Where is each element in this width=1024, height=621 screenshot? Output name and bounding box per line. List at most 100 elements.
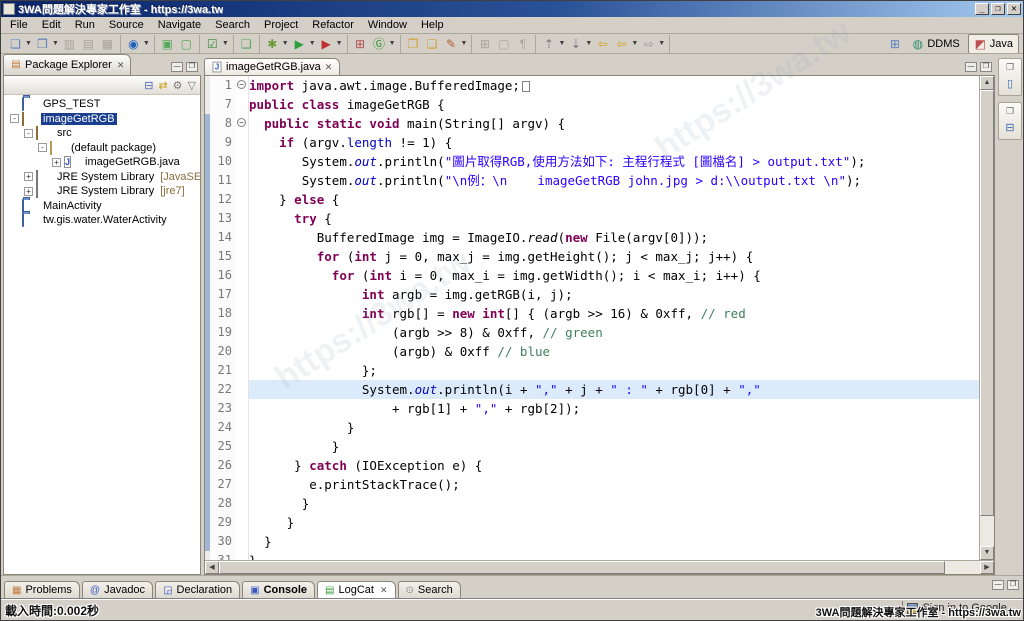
maximize-editor-button[interactable]: ❐	[980, 62, 992, 72]
menu-project[interactable]: Project	[257, 18, 305, 32]
code-text[interactable]: }	[249, 532, 979, 551]
code-line-8[interactable]: 8− public static void main(String[] argv…	[205, 114, 979, 133]
tree-item-jre-system-library[interactable]: +JRE System Library[JavaSE-1.7]	[4, 170, 200, 185]
vertical-scroll-thumb[interactable]	[980, 90, 994, 516]
tree-item-src[interactable]: -src	[4, 126, 200, 141]
code-line-12[interactable]: 12 } else {	[205, 190, 979, 209]
code-line-7[interactable]: 7public class imageGetRGB {	[205, 95, 979, 114]
menu-search[interactable]: Search	[208, 18, 257, 32]
close-view-icon[interactable]: ✕	[117, 60, 125, 71]
code-area[interactable]: 1−import java.awt.image.BufferedImage;7p…	[205, 76, 979, 560]
maximize-view-button[interactable]: ❐	[186, 62, 198, 72]
scroll-up-icon[interactable]: ▲	[980, 76, 994, 90]
tab-search[interactable]: ⊙Search	[398, 581, 461, 599]
dropdown-arrow-icon[interactable]: ▼	[282, 40, 289, 47]
collapse-icon[interactable]: -	[10, 114, 19, 123]
external-tools-button[interactable]: ▶▼	[317, 36, 344, 52]
previous-annotation-button[interactable]: ⇡▼	[539, 36, 566, 52]
scroll-left-icon[interactable]: ◀	[205, 561, 219, 574]
minimize-view-button[interactable]: —	[171, 62, 183, 72]
fold-collapse-icon[interactable]: −	[237, 80, 246, 89]
code-line-16[interactable]: 16 for (int i = 0, max_i = img.getWidth(…	[205, 266, 979, 285]
code-text[interactable]: };	[249, 361, 979, 380]
tab-declaration[interactable]: ◲Declaration	[155, 581, 240, 599]
code-text[interactable]: } else {	[249, 190, 979, 209]
close-tab-icon[interactable]: ✕	[380, 585, 388, 596]
open-perspective-button[interactable]: ⊞	[886, 36, 903, 52]
code-line-26[interactable]: 26 } catch (IOException e) {	[205, 456, 979, 475]
code-text[interactable]: import java.awt.image.BufferedImage;	[249, 76, 979, 95]
menu-source[interactable]: Source	[102, 18, 151, 32]
collapse-all-icon[interactable]: ⊟	[144, 79, 153, 92]
run-last-tool-button[interactable]: ☑▼	[203, 36, 230, 52]
new-android-project-button[interactable]: ❏	[237, 36, 256, 52]
code-text[interactable]: e.printStackTrace();	[249, 475, 979, 494]
code-line-21[interactable]: 21 };	[205, 361, 979, 380]
code-text[interactable]: try {	[249, 209, 979, 228]
code-line-13[interactable]: 13 try {	[205, 209, 979, 228]
code-line-18[interactable]: 18 int rgb[] = new int[] { (argb >> 16) …	[205, 304, 979, 323]
code-line-9[interactable]: 9 if (argv.length != 1) {	[205, 133, 979, 152]
minimize-bottom-panel-button[interactable]: —	[992, 580, 1004, 590]
code-line-15[interactable]: 15 for (int j = 0, max_j = img.getHeight…	[205, 247, 979, 266]
dropdown-arrow-icon[interactable]: ▼	[222, 40, 229, 47]
tab-console[interactable]: ▣Console	[242, 581, 315, 599]
code-text[interactable]: BufferedImage img = ImageIO.read(new Fil…	[249, 228, 979, 247]
dropdown-arrow-icon[interactable]: ▼	[52, 40, 59, 47]
expand-icon[interactable]: +	[24, 187, 33, 196]
tab-problems[interactable]: ▦Problems	[4, 581, 80, 599]
restore-view-icon[interactable]: ❐	[1006, 106, 1014, 117]
android-sdk-manager-button[interactable]: ▣	[158, 36, 177, 52]
link-with-editor-icon[interactable]: ⇄	[158, 79, 167, 92]
code-text[interactable]: }	[249, 437, 979, 456]
minimize-button[interactable]: _	[975, 3, 989, 15]
code-line-27[interactable]: 27 e.printStackTrace();	[205, 475, 979, 494]
view-menu-icon[interactable]: ▽	[188, 79, 196, 92]
code-line-11[interactable]: 11 System.out.println("\n例：\n imageGetRG…	[205, 171, 979, 190]
dropdown-arrow-icon[interactable]: ▼	[309, 40, 316, 47]
open-type-button[interactable]: ❐	[404, 36, 423, 52]
dropdown-arrow-icon[interactable]: ▼	[585, 40, 592, 47]
minimize-editor-button[interactable]: —	[965, 62, 977, 72]
scroll-down-icon[interactable]: ▼	[980, 546, 994, 560]
vertical-scrollbar[interactable]: ▲ ▼	[979, 76, 994, 560]
filters-icon[interactable]: ⚙	[173, 79, 183, 92]
menu-edit[interactable]: Edit	[35, 18, 68, 32]
scroll-right-icon[interactable]: ▶	[980, 561, 994, 574]
code-text[interactable]: for (int i = 0, max_i = img.getWidth(); …	[249, 266, 979, 285]
last-edit-location-button[interactable]: ⇦	[593, 36, 612, 52]
tree-item-gps-test[interactable]: GPS_TEST	[4, 97, 200, 112]
code-text[interactable]: }	[249, 513, 979, 532]
android-virtual-device-manager-button[interactable]: ▢	[177, 36, 196, 52]
dropdown-arrow-icon[interactable]: ▼	[658, 40, 665, 47]
coverage-button[interactable]: ⊞	[351, 36, 370, 52]
code-line-25[interactable]: 25 }	[205, 437, 979, 456]
new-wizard-button[interactable]: ❏▼	[6, 36, 33, 52]
menu-run[interactable]: Run	[68, 18, 102, 32]
tree-item-default-package[interactable]: -(default package)	[4, 141, 200, 156]
collapse-icon[interactable]: -	[38, 143, 47, 152]
close-button[interactable]: ✕	[1007, 3, 1021, 15]
code-text[interactable]: }	[249, 494, 979, 513]
code-line-28[interactable]: 28 }	[205, 494, 979, 513]
code-text[interactable]: public class imageGetRGB {	[249, 95, 979, 114]
gwt-compile-button[interactable]: Ⓖ▼	[370, 36, 397, 52]
tree-item-mainactivity[interactable]: MainActivity	[4, 199, 200, 214]
expand-icon[interactable]: +	[24, 172, 33, 181]
code-text[interactable]: for (int j = 0, max_j = img.getHeight();…	[249, 247, 979, 266]
format-button[interactable]: ✎▼	[442, 36, 469, 52]
folded-region-icon[interactable]	[522, 81, 530, 92]
code-text[interactable]: } catch (IOException e) {	[249, 456, 979, 475]
code-text[interactable]: System.out.println("圖片取得RGB,使用方法如下: 主程行程…	[249, 152, 979, 171]
menu-file[interactable]: File	[3, 18, 35, 32]
tab-logcat[interactable]: ▤LogCat✕	[317, 581, 395, 599]
code-text[interactable]: System.out.println(i + "," + j + " : " +…	[249, 380, 979, 399]
forward-button[interactable]: ⇨▼	[639, 36, 666, 52]
dropdown-arrow-icon[interactable]: ▼	[631, 40, 638, 47]
close-editor-icon[interactable]: ✕	[325, 62, 333, 73]
collapse-icon[interactable]: -	[24, 129, 33, 138]
run-button[interactable]: ▶▼	[290, 36, 317, 52]
tree-item-imagegetrgb[interactable]: -imageGetRGB	[4, 112, 200, 127]
code-line-23[interactable]: 23 + rgb[1] + "," + rgb[2]);	[205, 399, 979, 418]
menu-help[interactable]: Help	[414, 18, 451, 32]
